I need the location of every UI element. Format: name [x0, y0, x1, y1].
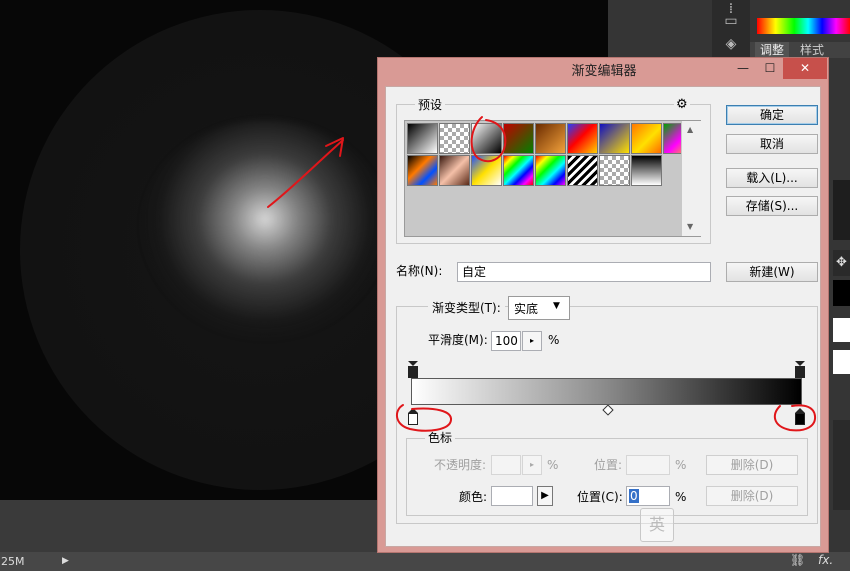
position-c-value: 0 — [629, 489, 639, 503]
opacity-position-percent: % — [675, 458, 687, 472]
minimize-button[interactable]: — — [730, 58, 756, 79]
3d-panel-icon[interactable]: ◈ — [720, 35, 742, 53]
layer-thumbnail[interactable] — [833, 350, 850, 374]
opacity-position-input[interactable] — [626, 455, 670, 475]
cancel-button[interactable]: 取消 — [726, 134, 818, 154]
name-input[interactable]: 自定 — [457, 262, 711, 282]
cloud-glow-render — [140, 120, 390, 340]
status-bar — [0, 552, 850, 571]
close-button[interactable]: ✕ — [783, 58, 827, 79]
panel-slot — [833, 180, 850, 240]
preset-swatch[interactable] — [471, 123, 502, 154]
smoothness-input[interactable]: 100 — [491, 331, 521, 351]
position-c-label: 位置(C): — [577, 490, 623, 504]
preset-swatch[interactable] — [407, 155, 438, 186]
presets-label: 预设 — [415, 98, 446, 112]
color-stops-label: 色标 — [425, 431, 456, 445]
presets-swatch-grid: ▲ ▼ — [404, 120, 701, 237]
new-button[interactable]: 新建(W) — [726, 262, 818, 282]
preset-swatch[interactable] — [503, 155, 534, 186]
preset-swatch[interactable] — [631, 123, 662, 154]
gradient-editor-dialog: 渐变编辑器 — ☐ ✕ 预设 ⚙ ▲ ▼ 确定 取消 载入(L)... 存储(S… — [377, 57, 829, 553]
preset-swatch[interactable] — [631, 155, 662, 186]
preset-swatch[interactable] — [535, 123, 566, 154]
status-menu-arrow-icon[interactable]: ▶ — [62, 556, 69, 566]
chevron-down-icon: ▼ — [553, 301, 560, 311]
preset-swatch[interactable] — [599, 155, 630, 186]
preset-swatch[interactable] — [599, 123, 630, 154]
scroll-down-icon[interactable]: ▼ — [687, 222, 693, 231]
doc-size-readout: 25M — [1, 555, 25, 568]
smoothness-percent: % — [548, 333, 560, 347]
maximize-button[interactable]: ☐ — [757, 58, 783, 79]
preset-swatch[interactable] — [503, 123, 534, 154]
move-icon[interactable]: ✥ — [833, 250, 850, 276]
delete-opacity-stop-button[interactable]: 删除(D) — [706, 455, 798, 475]
presets-settings-gear-icon[interactable]: ⚙ — [674, 98, 690, 112]
color-swatch-picker[interactable] — [491, 486, 533, 506]
gradient-type-value: 实底 — [514, 302, 539, 316]
smoothness-stepper-arrow-icon[interactable]: ▸ — [522, 331, 542, 351]
position-c-percent: % — [675, 490, 687, 504]
presets-scrollbar[interactable]: ▲ ▼ — [681, 121, 701, 236]
gradient-type-label: 渐变类型(T): — [428, 301, 505, 315]
load-button[interactable]: 载入(L)... — [726, 168, 818, 188]
link-layers-icon[interactable]: ⛓ — [790, 553, 805, 567]
preset-swatch[interactable] — [535, 155, 566, 186]
fx-button[interactable]: fx. — [818, 553, 833, 567]
delete-color-stop-button[interactable]: 删除(D) — [706, 486, 798, 506]
color-stop-right[interactable] — [795, 413, 805, 425]
ime-indicator: 英 — [640, 508, 674, 542]
opacity-label: 不透明度: — [434, 458, 487, 472]
preset-swatch[interactable] — [439, 123, 470, 154]
tab-styles[interactable]: 样式 — [795, 42, 829, 58]
opacity-stop-right[interactable] — [795, 366, 805, 378]
preset-swatch[interactable] — [407, 123, 438, 154]
opacity-percent: % — [547, 458, 559, 472]
color-spectrum[interactable] — [757, 18, 850, 34]
gradient-preview-bar[interactable] — [411, 378, 802, 405]
position-c-input[interactable]: 0 — [626, 486, 670, 506]
panel-slot — [833, 420, 850, 510]
opacity-position-label: 位置: — [594, 458, 623, 472]
preset-swatch[interactable] — [471, 155, 502, 186]
opacity-stop-left[interactable] — [408, 366, 418, 378]
ok-button[interactable]: 确定 — [726, 105, 818, 125]
swatches-panel-icon[interactable]: ▭ — [720, 12, 742, 30]
preset-swatch[interactable] — [567, 155, 598, 186]
smoothness-label: 平滑度(M): — [428, 333, 488, 347]
scroll-up-icon[interactable]: ▲ — [687, 125, 693, 134]
gradient-type-select[interactable]: 实底 ▼ — [508, 296, 570, 320]
preset-swatch[interactable] — [439, 155, 470, 186]
name-label: 名称(N): — [396, 264, 443, 278]
color-label: 颜色: — [459, 490, 488, 504]
layer-thumbnail[interactable] — [833, 280, 850, 306]
opacity-stepper-arrow-icon[interactable]: ▸ — [522, 455, 542, 475]
color-stop-left[interactable] — [408, 413, 418, 425]
preset-swatch[interactable] — [567, 123, 598, 154]
opacity-input[interactable] — [491, 455, 521, 475]
color-menu-arrow-icon[interactable]: ▶ — [537, 486, 553, 506]
save-button[interactable]: 存储(S)... — [726, 196, 818, 216]
layer-thumbnail[interactable] — [833, 318, 850, 342]
tab-adjustments[interactable]: 调整 — [755, 42, 790, 58]
